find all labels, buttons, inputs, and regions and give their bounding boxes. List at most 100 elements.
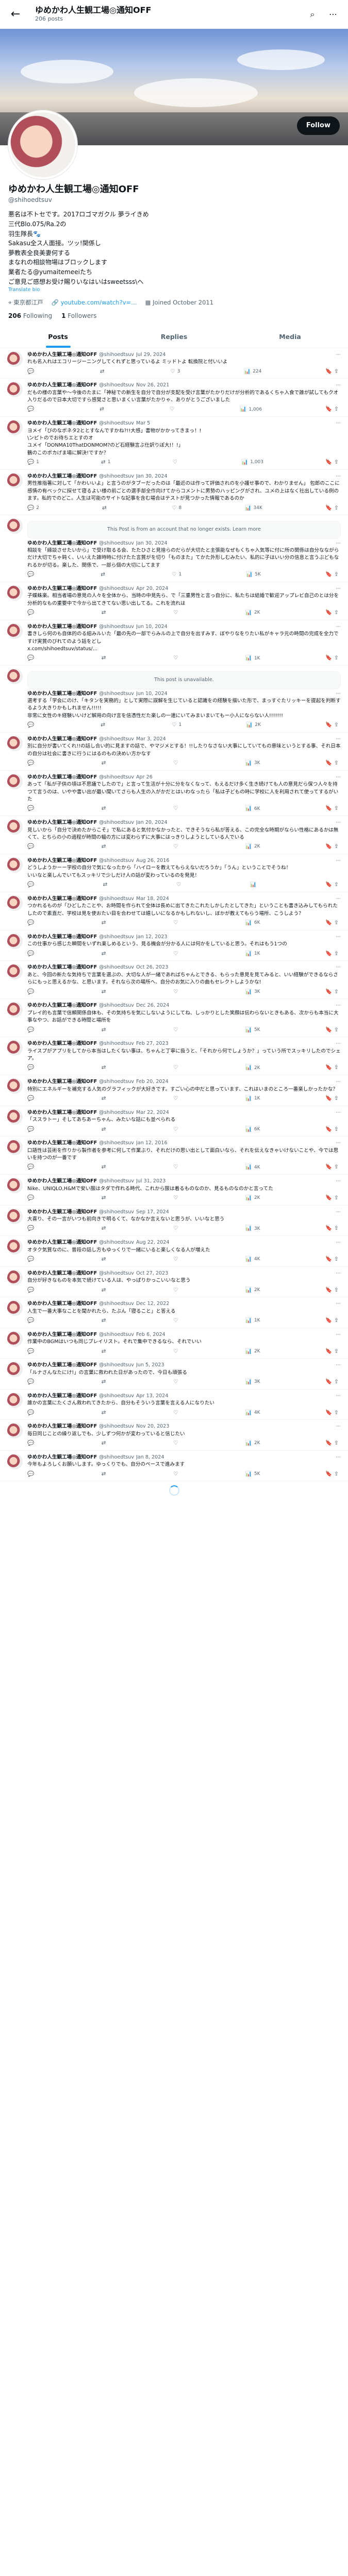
tweet-author-name[interactable]: ゆめかわ人生観工場◎通知OFF bbox=[27, 934, 97, 941]
reply-button[interactable]: 💬 2 bbox=[27, 504, 39, 513]
followers-count[interactable]: 1 Followers bbox=[61, 311, 96, 320]
tweet-date[interactable]: Dec 12, 2022 bbox=[136, 1300, 169, 1308]
more-icon[interactable]: ⋯ bbox=[336, 1239, 341, 1246]
repost-button[interactable]: ⇄ bbox=[102, 1163, 108, 1172]
tweet[interactable]: ゆめかわ人生観工場◎通知OFF @shihoedtsuv Aug 26, 2016 ⋯… bbox=[0, 854, 348, 892]
bookmark-button[interactable]: 🔖 ⇪ bbox=[325, 368, 339, 376]
reply-button[interactable]: 💬 bbox=[27, 1095, 36, 1103]
tweet-author-name[interactable]: ゆめかわ人生観工場◎通知OFF bbox=[27, 1454, 97, 1461]
like-button[interactable]: ♡ bbox=[173, 805, 180, 813]
tweet-date[interactable]: Jan 20, 2024 bbox=[136, 819, 168, 826]
views-button[interactable]: 📊 2K bbox=[245, 1348, 260, 1356]
share-icon[interactable]: ⇪ bbox=[334, 950, 339, 958]
views-button[interactable]: 📊 2K bbox=[245, 843, 260, 851]
reply-button[interactable]: 💬 bbox=[27, 950, 36, 958]
tweet-date[interactable]: Jun 10, 2024 bbox=[136, 623, 168, 631]
following-count[interactable]: 206 Following bbox=[8, 311, 52, 320]
more-icon[interactable]: ⋯ bbox=[336, 1078, 341, 1086]
tweet-handle[interactable]: @shihoedtsuv bbox=[99, 774, 134, 781]
more-icon[interactable]: ⋯ bbox=[336, 540, 341, 547]
tweet[interactable]: ゆめかわ人生観工場◎通知OFF @shihoedtsuv Jan 20, 2024 ⋯… bbox=[0, 816, 348, 855]
more-icon[interactable]: ⋯ bbox=[336, 1178, 341, 1185]
tweet-author-name[interactable]: ゆめかわ人生観工場◎通知OFF bbox=[27, 1209, 97, 1216]
tweet-date[interactable]: Nov 26, 2021 bbox=[136, 382, 170, 389]
tweet-author-name[interactable]: ゆめかわ人生観工場◎通知OFF bbox=[27, 1393, 97, 1400]
repost-button[interactable]: ⇄ bbox=[102, 504, 109, 513]
like-button[interactable]: ♡ bbox=[173, 1470, 180, 1479]
bookmark-button[interactable]: 🔖 ⇪ bbox=[325, 1409, 339, 1417]
tweet-handle[interactable]: @shihoedtsuv bbox=[99, 1040, 134, 1047]
tweet-date[interactable]: Mar 3, 2024 bbox=[136, 736, 166, 743]
reply-button[interactable]: 💬 bbox=[27, 654, 36, 663]
bookmark-button[interactable]: 🔖 ⇪ bbox=[325, 881, 339, 889]
more-icon[interactable]: ⋯ bbox=[336, 774, 341, 781]
tweet-avatar[interactable] bbox=[7, 773, 23, 789]
tweet-author-name[interactable]: ゆめかわ人生観工場◎通知OFF bbox=[27, 964, 97, 971]
tweet-date[interactable]: Apr 13, 2024 bbox=[136, 1393, 168, 1400]
tweet[interactable]: ゆめかわ人生観工場◎通知OFF @shihoedtsuv Aug 22, 2024 ⋯… bbox=[0, 1236, 348, 1267]
reply-button[interactable]: 💬 bbox=[27, 1409, 36, 1417]
tweet-avatar[interactable] bbox=[7, 1239, 23, 1255]
tweet-date[interactable]: Nov 20, 2023 bbox=[136, 1423, 170, 1430]
like-button[interactable]: ♡ 3 bbox=[170, 368, 180, 376]
reply-button[interactable]: 💬 bbox=[27, 843, 36, 851]
share-icon[interactable]: ⇪ bbox=[334, 1225, 339, 1233]
tweet-handle[interactable]: @shihoedtsuv bbox=[99, 895, 134, 903]
tweet-author-name[interactable]: ゆめかわ人生観工場◎通知OFF bbox=[27, 382, 97, 389]
tweet-handle[interactable]: @shihoedtsuv bbox=[99, 857, 134, 865]
reply-button[interactable]: 💬 bbox=[27, 1439, 36, 1448]
share-icon[interactable]: ⇪ bbox=[334, 843, 339, 851]
more-icon[interactable]: ⋯ bbox=[336, 1454, 341, 1461]
tweet-author-name[interactable]: ゆめかわ人生観工場◎通知OFF bbox=[27, 819, 97, 826]
repost-button[interactable]: ⇄ bbox=[102, 1026, 108, 1035]
more-icon[interactable]: ⋯ bbox=[336, 736, 341, 743]
views-button[interactable]: 📊 2K bbox=[246, 721, 261, 730]
tweet-date[interactable]: Jan 8, 2024 bbox=[136, 1454, 164, 1461]
tweet-handle[interactable]: @shihoedtsuv bbox=[99, 1109, 134, 1116]
more-icon[interactable]: ⋯ bbox=[336, 1423, 341, 1430]
more-icon[interactable]: ⋯ bbox=[336, 1040, 341, 1047]
reply-button[interactable]: 💬 bbox=[27, 1470, 36, 1479]
repost-button[interactable]: ⇄ bbox=[102, 1256, 108, 1264]
repost-button[interactable]: ⇄ bbox=[102, 950, 108, 958]
share-icon[interactable]: ⇪ bbox=[334, 721, 339, 730]
tweet-author-name[interactable]: ゆめかわ人生観工場◎通知OFF bbox=[27, 420, 97, 427]
tweet-handle[interactable]: @shihoedtsuv bbox=[99, 1423, 134, 1430]
tweet-handle[interactable]: @shihoedtsuv bbox=[99, 540, 134, 547]
tweet[interactable]: ゆめかわ人生観工場◎通知OFF @shihoedtsuv Dec 26, 2024 ⋯… bbox=[0, 999, 348, 1038]
tweet[interactable]: ゆめかわ人生観工場◎通知OFF @shihoedtsuv Feb 20, 2024 ⋯… bbox=[0, 1075, 348, 1106]
tweet-author-name[interactable]: ゆめかわ人生観工場◎通知OFF bbox=[27, 736, 97, 743]
reply-button[interactable]: 💬 bbox=[27, 919, 36, 927]
like-button[interactable]: ♡ bbox=[170, 405, 176, 414]
share-icon[interactable]: ⇪ bbox=[334, 1194, 339, 1202]
bookmark-button[interactable]: 🔖 ⇪ bbox=[325, 654, 339, 663]
views-button[interactable]: 📊 2K bbox=[245, 1194, 260, 1202]
like-button[interactable]: ♡ bbox=[173, 609, 180, 617]
back-arrow-icon[interactable]: ← bbox=[7, 6, 24, 23]
tweet-author-name[interactable]: ゆめかわ人生観工場◎通知OFF bbox=[27, 1270, 97, 1277]
share-icon[interactable]: ⇪ bbox=[334, 759, 339, 768]
views-button[interactable]: 📊 5K bbox=[246, 571, 261, 579]
bookmark-button[interactable]: 🔖 ⇪ bbox=[325, 1439, 339, 1448]
repost-button[interactable]: ⇄ bbox=[101, 721, 107, 730]
tweet[interactable]: ゆめかわ人生観工場◎通知OFF @shihoedtsuv Jun 10, 2024 ⋯… bbox=[0, 620, 348, 666]
bookmark-button[interactable]: 🔖 ⇪ bbox=[325, 1256, 339, 1264]
reply-button[interactable]: 💬 bbox=[27, 1126, 36, 1134]
more-icon[interactable]: ⋯ bbox=[336, 1270, 341, 1277]
translate-bio-link[interactable]: Translate bio bbox=[8, 287, 40, 293]
more-icon[interactable]: ⋯ bbox=[325, 7, 341, 22]
views-button[interactable]: 📊 1K bbox=[245, 1317, 260, 1325]
tweet[interactable]: ゆめかわ人生観工場◎通知OFF @shihoedtsuv Jan 8, 2024 ⋯ 今… bbox=[0, 1451, 348, 1482]
more-icon[interactable]: ⋯ bbox=[336, 382, 341, 389]
views-button[interactable]: 📊 3K bbox=[245, 1225, 260, 1233]
tweet-avatar[interactable] bbox=[7, 420, 23, 436]
tweet-author-name[interactable]: ゆめかわ人生観工場◎通知OFF bbox=[27, 1140, 97, 1147]
share-icon[interactable]: ⇪ bbox=[334, 1409, 339, 1417]
tweet-handle[interactable]: @shihoedtsuv bbox=[99, 934, 134, 941]
tweet-avatar[interactable] bbox=[7, 382, 23, 398]
tweet-avatar[interactable] bbox=[7, 857, 23, 873]
bookmark-button[interactable]: 🔖 ⇪ bbox=[325, 950, 339, 958]
bookmark-button[interactable]: 🔖 ⇪ bbox=[325, 504, 339, 513]
tweet-date[interactable]: Oct 27, 2023 bbox=[136, 1270, 168, 1277]
views-button[interactable]: 📊 5K bbox=[245, 1470, 260, 1479]
